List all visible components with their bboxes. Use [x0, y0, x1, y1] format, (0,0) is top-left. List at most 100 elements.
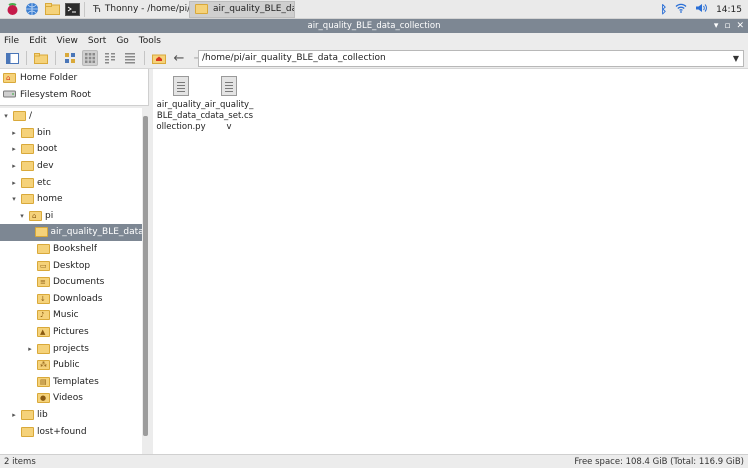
tree-item-label: lib	[37, 409, 48, 420]
tree-item[interactable]: Bookshelf	[0, 241, 148, 258]
expanded-arrow-icon[interactable]: ▾	[18, 212, 26, 220]
tree-item[interactable]: ♪ Music	[0, 307, 148, 324]
folder-icon	[21, 127, 34, 138]
folder-glyph-icon: ●	[40, 394, 47, 403]
tree-item[interactable]: lost+found	[0, 423, 148, 440]
expanded-arrow-icon[interactable]: ▾	[10, 195, 18, 203]
tree-item[interactable]: ▸ boot	[0, 141, 148, 158]
tree-item-label: air_quality_BLE_data_collection	[50, 227, 148, 238]
menu-tools[interactable]: Tools	[139, 36, 161, 46]
terminal-icon[interactable]	[64, 1, 80, 17]
task-label: Thonny - /home/pi/...	[104, 4, 189, 14]
folder-glyph-icon: ▲	[40, 328, 46, 337]
tree-item[interactable]: ▾ ⌂ pi	[0, 208, 148, 225]
folder-icon: ▲	[37, 327, 50, 338]
places-panel: ⌂ Home Folder Filesystem Root	[0, 69, 149, 106]
folder-icon: ♪	[37, 310, 50, 321]
text-file-icon	[221, 76, 237, 96]
toolbar-separator	[55, 51, 56, 65]
tree-item-label: pi	[45, 210, 54, 221]
raspberry-menu-icon[interactable]	[4, 1, 20, 17]
maximize-icon[interactable]: ▫	[724, 19, 730, 33]
place-label: Home Folder	[20, 72, 78, 83]
folder-glyph-icon: ▭	[40, 261, 47, 270]
home-folder-icon[interactable]	[151, 50, 167, 66]
folder-glyph-icon: ▤	[40, 377, 47, 386]
menu-sort[interactable]: Sort	[88, 36, 106, 46]
tree-item-label: etc	[37, 177, 52, 188]
tree-item[interactable]: ▭ Desktop	[0, 257, 148, 274]
folder-icon: ⁂	[37, 360, 50, 371]
list-view-icon[interactable]	[122, 50, 138, 66]
tree-item[interactable]: ▾ /	[0, 108, 148, 125]
taskbar: Ћ Thonny - /home/pi/... air_quality_BLE_…	[0, 0, 748, 19]
clock[interactable]: 14:15	[716, 5, 742, 15]
tree-item[interactable]: ▾ home	[0, 191, 148, 208]
menu-view[interactable]: View	[57, 36, 78, 46]
web-browser-icon[interactable]	[24, 1, 40, 17]
tree-item[interactable]: ● Videos	[0, 390, 148, 407]
back-arrow-icon[interactable]: ←	[171, 50, 187, 66]
file-item[interactable]: air_quality_data_set.csv	[204, 71, 254, 133]
tree-item[interactable]: ▸ projects	[0, 340, 148, 357]
chevron-down-icon[interactable]: ▼	[733, 51, 739, 66]
folder-icon: ↓	[37, 293, 50, 304]
tree-item[interactable]: ▤ Templates	[0, 374, 148, 391]
tree-item[interactable]: ▸ dev	[0, 158, 148, 175]
tree-item[interactable]: ▲ Pictures	[0, 324, 148, 341]
collapsed-arrow-icon[interactable]: ▸	[10, 411, 18, 419]
compact-view-icon[interactable]	[102, 50, 118, 66]
place-filesystem-root[interactable]: Filesystem Root	[0, 86, 148, 103]
folder-glyph-icon: ♪	[40, 311, 45, 320]
tree-item[interactable]: air_quality_BLE_data_collection	[0, 224, 148, 241]
tree-item-label: lost+found	[37, 426, 87, 437]
menu-go[interactable]: Go	[116, 36, 128, 46]
folder-icon: ▤	[37, 376, 50, 387]
expanded-arrow-icon[interactable]: ▾	[2, 112, 10, 120]
tree-item[interactable]: ▸ etc	[0, 174, 148, 191]
folder-icon: ▭	[37, 260, 50, 271]
menu-file[interactable]: File	[4, 36, 19, 46]
tree-item-label: Desktop	[53, 260, 91, 271]
task-thonny[interactable]: Ћ Thonny - /home/pi/...	[89, 1, 189, 18]
menu-edit[interactable]: Edit	[29, 36, 46, 46]
tree-item[interactable]: ↓ Downloads	[0, 291, 148, 308]
tree-item[interactable]: ▸ lib	[0, 407, 148, 424]
tree-scrollbar-thumb[interactable]	[143, 116, 148, 436]
thumbnail-view-icon[interactable]	[82, 50, 98, 66]
collapsed-arrow-icon[interactable]: ▸	[10, 179, 18, 187]
tree-item[interactable]: ▸ bin	[0, 125, 148, 142]
path-input[interactable]: /home/pi/air_quality_BLE_data_collection…	[198, 50, 744, 67]
tree-item[interactable]: ⁂ Public	[0, 357, 148, 374]
file-manager-icon[interactable]	[44, 1, 60, 17]
file-view: air_quality_BLE_data_collection.py air_q…	[153, 69, 748, 454]
folder-icon	[21, 144, 34, 155]
window-controls: ▾ ▫ ✕	[714, 19, 744, 33]
tree-item-label: Bookshelf	[53, 244, 97, 255]
toggle-sidebar-icon[interactable]	[4, 50, 20, 66]
place-home-folder[interactable]: ⌂ Home Folder	[0, 69, 148, 86]
new-folder-icon[interactable]	[33, 50, 49, 66]
minimize-icon[interactable]: ▾	[714, 19, 719, 33]
tree-item[interactable]: ≡ Documents	[0, 274, 148, 291]
drive-icon	[3, 88, 16, 101]
close-icon[interactable]: ✕	[736, 19, 744, 33]
volume-icon[interactable]	[695, 3, 708, 16]
collapsed-arrow-icon[interactable]: ▸	[10, 129, 18, 137]
task-file-manager[interactable]: air_quality_BLE_data_...	[189, 0, 295, 18]
bluetooth-icon[interactable]: ᛒ	[660, 3, 667, 16]
file-item[interactable]: air_quality_BLE_data_collection.py	[156, 71, 206, 133]
window-titlebar[interactable]: air_quality_BLE_data_collection ▾ ▫ ✕	[0, 19, 748, 33]
tree-item-label: /	[29, 111, 33, 122]
text-file-icon	[173, 76, 189, 96]
wifi-icon[interactable]	[675, 3, 687, 16]
tree-scrollbar[interactable]	[142, 108, 149, 454]
window-title: air_quality_BLE_data_collection	[307, 21, 441, 31]
folder-icon	[21, 426, 34, 437]
collapsed-arrow-icon[interactable]: ▸	[26, 345, 34, 353]
icon-view-icon[interactable]	[62, 50, 78, 66]
collapsed-arrow-icon[interactable]: ▸	[10, 162, 18, 170]
collapsed-arrow-icon[interactable]: ▸	[10, 145, 18, 153]
tree-item-label: Downloads	[53, 293, 103, 304]
tree-item-label: projects	[53, 343, 89, 354]
